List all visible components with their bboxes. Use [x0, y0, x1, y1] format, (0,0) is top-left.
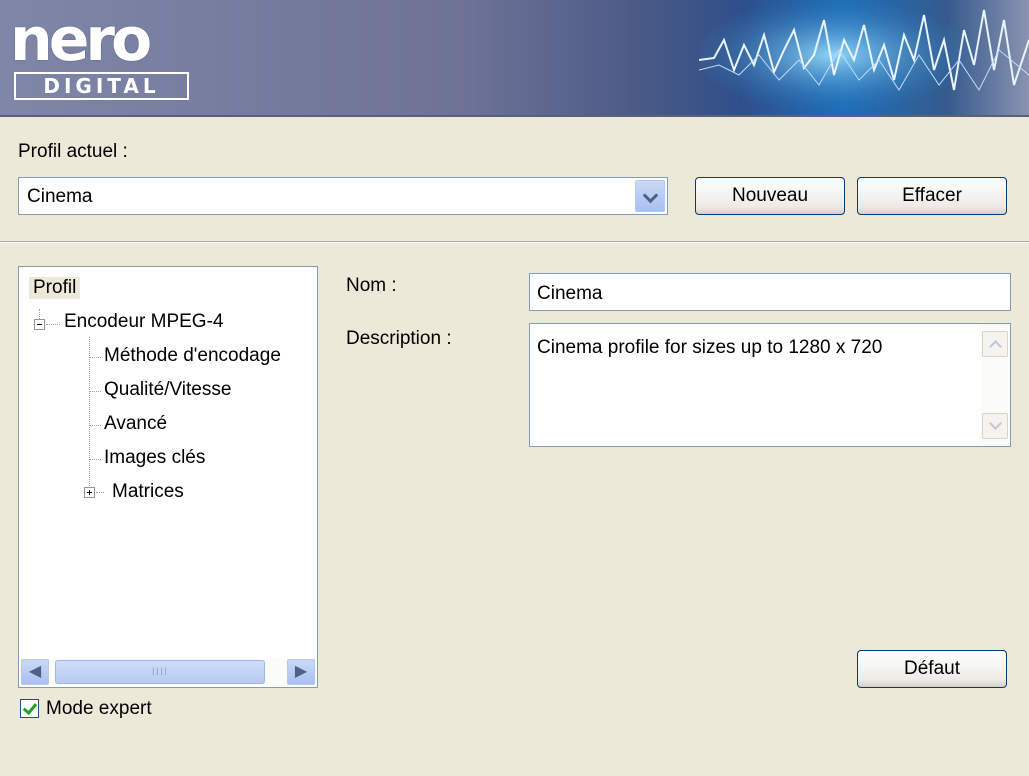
tree-item-mpeg4-encoder[interactable]: Encodeur MPEG-4	[64, 311, 223, 333]
delete-profile-button[interactable]: Effacer	[857, 177, 1007, 215]
logo-wordmark: nero	[10, 5, 152, 75]
tree-item-matrices[interactable]: Matrices	[112, 481, 184, 503]
scroll-left-icon[interactable]: ◀	[21, 659, 49, 685]
current-profile-label: Profil actuel :	[18, 141, 128, 162]
description-scrollbar[interactable]	[981, 325, 1009, 445]
default-button[interactable]: Défaut	[857, 650, 1007, 688]
description-field[interactable]: Cinema profile for sizes up to 1280 x 72…	[529, 323, 1011, 447]
tree-item-profil[interactable]: Profil	[29, 277, 81, 299]
expert-mode-label[interactable]: Mode expert	[46, 698, 152, 720]
tree-item-advanced[interactable]: Avancé	[104, 413, 167, 435]
waveform-graphic	[699, 0, 1029, 113]
tree-line	[89, 357, 101, 358]
tree-line	[46, 324, 60, 325]
tree-item-quality-speed[interactable]: Qualité/Vitesse	[104, 379, 231, 401]
section-divider	[0, 241, 1029, 243]
tree-line	[89, 459, 101, 460]
scroll-down-icon[interactable]	[982, 413, 1008, 439]
scroll-thumb[interactable]: IIII	[55, 660, 265, 684]
profile-tree[interactable]: Profil Encodeur MPEG-4 Méthode d'encodag…	[18, 266, 318, 688]
header-banner: nero DIGITAL	[0, 0, 1029, 117]
nero-digital-logo: nero DIGITAL	[10, 10, 191, 102]
profile-select-value: Cinema	[27, 186, 93, 207]
tree-line	[89, 391, 101, 392]
name-field-value: Cinema	[537, 283, 603, 304]
description-field-value: Cinema profile for sizes up to 1280 x 72…	[537, 337, 883, 358]
name-field[interactable]: Cinema	[529, 273, 1011, 311]
new-profile-button[interactable]: Nouveau	[695, 177, 845, 215]
tree-line	[96, 492, 104, 493]
tree-line	[89, 425, 101, 426]
chevron-down-icon[interactable]	[635, 180, 665, 212]
logo-subtitle: DIGITAL	[14, 72, 189, 100]
tree-item-encoding-method[interactable]: Méthode d'encodage	[104, 345, 281, 367]
description-label: Description :	[346, 328, 452, 349]
tree-item-keyframes[interactable]: Images clés	[104, 447, 205, 469]
expert-mode-checkbox[interactable]	[20, 699, 39, 718]
scroll-right-icon[interactable]: ▶	[287, 659, 315, 685]
collapse-icon[interactable]	[34, 319, 45, 330]
expand-icon[interactable]	[84, 487, 95, 498]
tree-horizontal-scrollbar[interactable]: ◀ IIII ▶	[21, 659, 315, 685]
tree-line	[89, 337, 90, 492]
name-label: Nom :	[346, 275, 397, 296]
scroll-up-icon[interactable]	[982, 331, 1008, 357]
profile-select[interactable]: Cinema	[18, 177, 668, 215]
